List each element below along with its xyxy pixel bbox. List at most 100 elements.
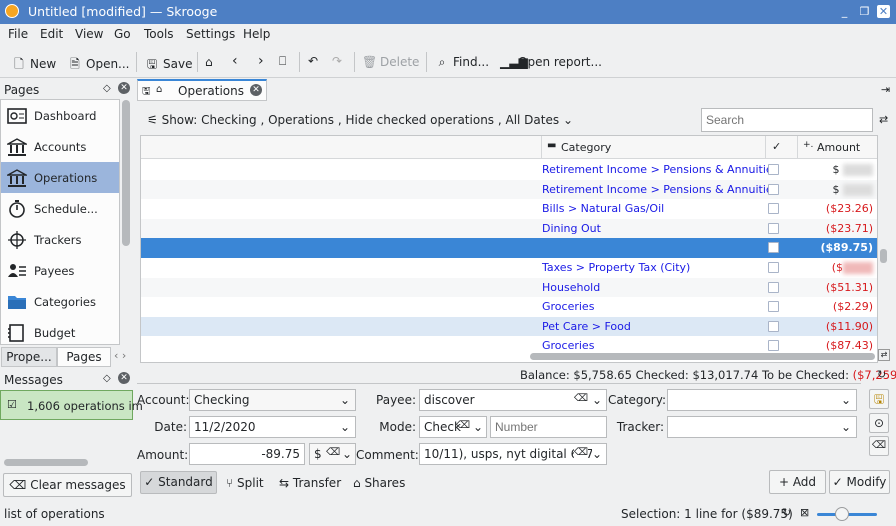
mode-combo[interactable]: Check ⌫ ⌄	[419, 416, 487, 438]
add-button[interactable]: + Add	[769, 470, 826, 494]
checked-checkbox[interactable]	[768, 340, 779, 352]
table-row[interactable]: Household ($51.31)	[141, 277, 877, 298]
table-horizontal-scrollbar[interactable]	[530, 353, 875, 360]
open-button[interactable]: 🗎 Open...	[68, 55, 129, 76]
sidebar-item-dashboard[interactable]: Dashboard	[1, 100, 119, 131]
tab-properties[interactable]: Prope...	[1, 347, 57, 367]
column-header-checked[interactable]: ✓	[766, 136, 798, 159]
menu-help[interactable]: Help	[243, 27, 270, 41]
float-panel-icon[interactable]: ◇	[103, 373, 111, 384]
amount-field[interactable]: -89.75	[189, 443, 305, 465]
currency-combo[interactable]: $ ⌫ ⌄	[309, 443, 356, 465]
table-row[interactable]: Pet Care > Food ($11.90)	[141, 316, 877, 337]
column-header-category[interactable]: ▬ Category	[542, 136, 766, 159]
restore-icon[interactable]: ❐	[858, 5, 871, 18]
refresh-icon[interactable]: ↻	[877, 368, 886, 381]
tab-shares[interactable]: ⌂ Shares	[353, 476, 405, 490]
column-header-hidden[interactable]	[141, 136, 542, 159]
delete-button[interactable]: 🗑 Delete	[362, 55, 419, 69]
tab-standard[interactable]: ✓ Standard	[140, 471, 217, 494]
pages-scrollbar[interactable]	[122, 100, 130, 246]
checked-checkbox[interactable]	[768, 222, 779, 234]
check-circle-icon[interactable]: ⊙	[869, 413, 889, 433]
column-config-icon[interactable]: ⇄	[878, 349, 890, 361]
back-icon[interactable]: ‹	[232, 53, 238, 69]
tab-transfer[interactable]: ⇆ Transfer	[279, 476, 341, 490]
clear-field-icon[interactable]: ⌫	[573, 447, 588, 458]
checked-checkbox[interactable]	[768, 164, 779, 175]
find-button[interactable]: ⌕ Find...	[435, 55, 489, 70]
menu-go[interactable]: Go	[114, 27, 131, 41]
close-window-icon[interactable]: ✕	[877, 5, 890, 18]
checked-checkbox[interactable]	[768, 320, 779, 332]
save-template-icon[interactable]: 🖫	[869, 389, 889, 409]
tab-split[interactable]: ⑂ Split	[226, 476, 264, 490]
checkbox-icon[interactable]: ⊠	[800, 506, 809, 519]
clear-field-icon[interactable]: ⌫	[574, 393, 588, 404]
table-row[interactable]: Dining Out ($23.71)	[141, 218, 877, 239]
tracker-combo[interactable]: ⌄	[667, 416, 857, 438]
bookmark-icon[interactable]: ⎕	[279, 54, 286, 69]
table-row[interactable]: Retirement Income > Pensions & Annuities…	[141, 179, 877, 200]
settings-icon[interactable]: ⇄	[879, 113, 888, 126]
category-combo[interactable]: ⌄	[667, 389, 857, 411]
sidebar-item-payees[interactable]: Payees	[1, 255, 119, 286]
clear-field-icon[interactable]: ⌫	[456, 420, 470, 431]
table-row-selected[interactable]: ($89.75)	[141, 238, 877, 258]
save-button[interactable]: 🖫 Save	[145, 55, 193, 76]
clear-messages-button[interactable]: ⌫ Clear messages	[3, 473, 132, 497]
checked-checkbox[interactable]	[768, 183, 779, 195]
menu-settings[interactable]: Settings	[186, 27, 235, 41]
menu-view[interactable]: View	[75, 27, 103, 41]
date-field[interactable]: 11/2/2020 ⌄	[189, 416, 356, 438]
tab-pages[interactable]: Pages	[57, 347, 111, 367]
table-row[interactable]: Retirement Income > Pensions & Annuities…	[141, 160, 877, 180]
table-row[interactable]: Bills > Natural Gas/Oil ($23.26)	[141, 199, 877, 219]
payee-combo[interactable]: discover ⌫ ⌄	[419, 389, 607, 411]
sidebar-item-operations[interactable]: Operations	[1, 162, 119, 193]
sidebar-item-schedule[interactable]: Schedule...	[1, 193, 119, 224]
table-vertical-scrollbar[interactable]	[880, 249, 887, 263]
sidebar-item-trackers[interactable]: Trackers	[1, 224, 119, 255]
account-combo[interactable]: Checking ⌄	[189, 389, 356, 411]
checked-checkbox[interactable]	[768, 262, 779, 273]
refresh-icon[interactable]: ↻	[782, 506, 791, 519]
clear-field-icon[interactable]: ⌫	[326, 447, 340, 458]
tab-scroll-icon[interactable]: ‹ ›	[114, 349, 126, 362]
sidebar-item-categories[interactable]: Categories	[1, 286, 119, 317]
tab-menu-icon[interactable]: ⇥	[881, 83, 890, 96]
float-panel-icon[interactable]: ◇	[103, 83, 111, 94]
forward-icon[interactable]: ›	[258, 53, 264, 69]
checked-checkbox[interactable]	[768, 301, 779, 313]
menu-edit[interactable]: Edit	[40, 27, 63, 41]
redo-icon[interactable]: ↷	[332, 54, 342, 68]
minimize-icon[interactable]: _	[838, 5, 851, 18]
column-header-amount[interactable]: +. Amount	[798, 136, 877, 159]
close-panel-icon[interactable]: ✕	[118, 82, 130, 94]
tab-operations[interactable]: 🖫 ⌂ Operations ✕	[137, 79, 267, 101]
checked-checkbox[interactable]	[768, 242, 779, 254]
menu-tools[interactable]: Tools	[144, 27, 174, 41]
close-tab-icon[interactable]: ✕	[250, 84, 262, 96]
number-field[interactable]	[490, 416, 607, 438]
table-row[interactable]: Taxes > Property Tax (City) ($	[141, 258, 877, 278]
undo-icon[interactable]: ↶	[308, 54, 318, 68]
open-report-button[interactable]: ▁▃▆Open report...	[500, 55, 602, 69]
new-button[interactable]: 🗋 New	[12, 55, 56, 76]
comment-combo[interactable]: 10/11), usps, nyt digital 6970 ⌫ ⌄	[419, 443, 607, 465]
filter-combo[interactable]: ⚟ Show: Checking , Operations , Hide che…	[147, 113, 573, 127]
messages-scrollbar[interactable]	[4, 459, 88, 466]
home-icon[interactable]: ⌂	[205, 55, 213, 69]
sidebar-item-budget[interactable]: Budget	[1, 317, 119, 344]
search-input[interactable]	[701, 108, 873, 132]
menu-file[interactable]: File	[8, 27, 28, 41]
modify-button[interactable]: ✓ Modify	[829, 470, 890, 494]
zoom-slider-handle[interactable]	[835, 507, 849, 521]
clear-form-icon[interactable]: ⌫	[869, 436, 889, 456]
shares-icon: ⌂	[353, 476, 365, 490]
close-panel-icon[interactable]: ✕	[118, 372, 130, 384]
checked-checkbox[interactable]	[768, 281, 779, 293]
table-row[interactable]: Groceries ($2.29)	[141, 297, 877, 317]
checked-checkbox[interactable]	[768, 203, 779, 215]
sidebar-item-accounts[interactable]: Accounts	[1, 131, 119, 162]
